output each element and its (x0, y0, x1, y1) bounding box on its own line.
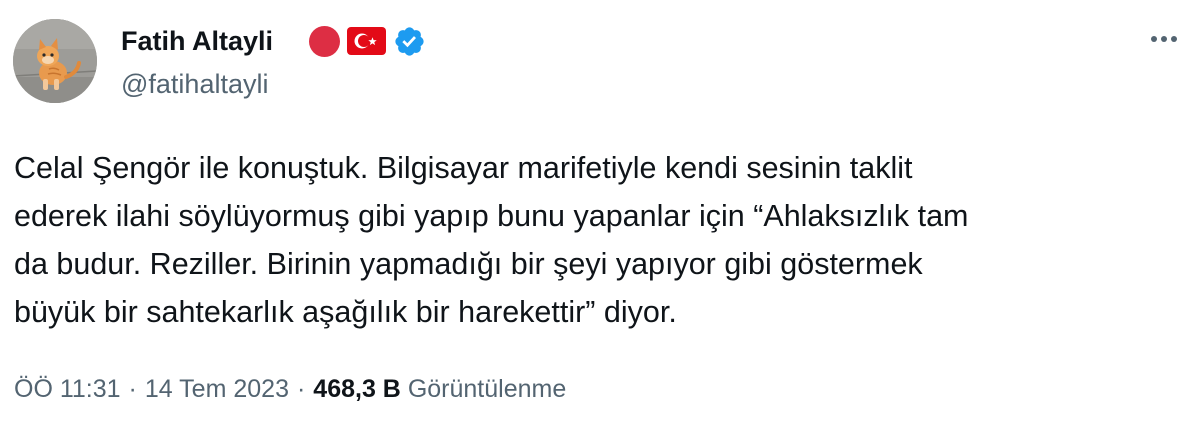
avatar[interactable] (13, 19, 97, 103)
tweet-text: Celal Şengör ile konuştuk. Bilgisayar ma… (14, 151, 969, 329)
more-options-button[interactable] (1142, 24, 1186, 54)
tweet-card: Fatih Altayli @fatihaltayli Celal Şengör… (0, 0, 1200, 431)
tweet-meta: ÖÖ 11:31 · 14 Tem 2023 · 468,3 B Görüntülenm… (14, 372, 566, 406)
author-handle[interactable]: @fatihaltayli (121, 67, 268, 101)
views-count[interactable]: 468,3 B (313, 375, 401, 403)
more-options-icon (1151, 36, 1177, 42)
cat-avatar-icon (13, 19, 97, 103)
red-circle-icon (309, 25, 340, 57)
verified-badge-icon (395, 26, 424, 56)
author-name[interactable]: Fatih Altayli (121, 24, 273, 58)
meta-separator: · (296, 375, 306, 403)
tweet-date[interactable]: 14 Tem 2023 (145, 375, 289, 403)
meta-separator: · (128, 375, 137, 403)
turkish-flag-icon (347, 27, 386, 55)
author-badges (308, 24, 426, 58)
views-label[interactable]: Görüntülenme (408, 375, 566, 403)
tweet-time[interactable]: ÖÖ 11:31 (14, 375, 121, 403)
